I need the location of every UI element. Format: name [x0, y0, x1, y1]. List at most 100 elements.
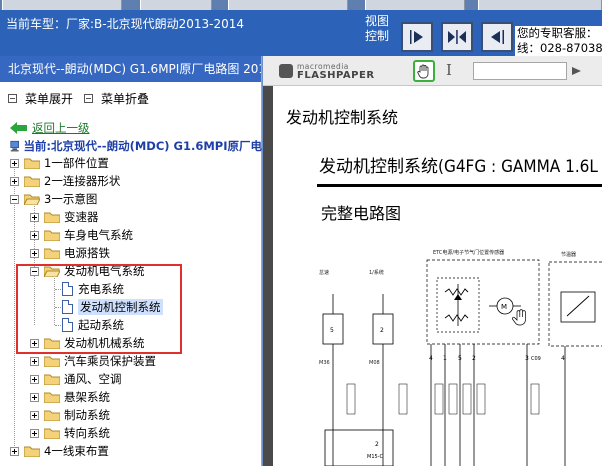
expand-toggle-icon[interactable]: [30, 374, 39, 384]
collapse-toggle-icon[interactable]: [10, 194, 19, 204]
hand-tool-button[interactable]: [413, 60, 435, 82]
svg-text:M: M: [501, 303, 507, 311]
document-viewer: macromedia FLASHPAPER I 发动机控制系统 发动机控制系统(…: [263, 56, 602, 466]
menu-collapse-label: 菜单折叠: [101, 92, 150, 106]
highlight-annotation: [16, 264, 182, 354]
view-label-line2: 控制: [364, 29, 389, 43]
diagram-label: M15-C: [367, 454, 383, 460]
folder-icon: [44, 356, 60, 367]
expand-toggle-icon[interactable]: [30, 428, 39, 438]
tree-node-label: 电源搭铁: [64, 246, 110, 260]
folder-icon: [24, 158, 40, 169]
tree-node-label: 变速器: [64, 210, 99, 224]
text-select-tool[interactable]: I: [446, 61, 452, 79]
svg-text:5: 5: [330, 327, 334, 334]
expand-toggle-icon[interactable]: [30, 410, 39, 420]
diagram-label: ETC电源/电子节气门位置传感器: [433, 249, 504, 256]
tree-node-body-electrical[interactable]: 车身电气系统: [30, 226, 133, 244]
folder-icon: [24, 176, 40, 187]
tree-node-transmission[interactable]: 变速器: [30, 208, 99, 226]
page-heading: 发动机控制系统: [286, 108, 399, 127]
search-input[interactable]: [473, 62, 567, 80]
menu-expand-button[interactable]: 菜单展开: [8, 90, 73, 107]
expand-toggle-icon[interactable]: [30, 356, 39, 366]
menu-collapse-button[interactable]: 菜单折叠: [84, 90, 149, 107]
tree-node-label: 3一示意图: [44, 192, 98, 206]
flashpaper-logo: macromedia FLASHPAPER: [277, 62, 389, 82]
diagram-label: M08: [369, 360, 380, 366]
logo-big-text: FLASHPAPER: [297, 70, 375, 81]
tab[interactable]: [140, 0, 212, 10]
current-car-model: 当前车型：厂家:B-北京现代朗动2013-2014: [6, 17, 245, 31]
menu-expand-label: 菜单展开: [25, 92, 74, 106]
search-arrow-icon[interactable]: [571, 65, 583, 77]
browser-tab-strip: [0, 0, 602, 10]
tree-node-harness-layout[interactable]: 4一线束布置: [10, 442, 109, 460]
folder-icon: [44, 248, 60, 259]
svg-text:2: 2: [380, 327, 384, 334]
folder-icon: [44, 374, 60, 385]
document-subtitle: 完整电路图: [321, 204, 402, 223]
tree-node-occupant-protection[interactable]: 汽车乘员保护装置: [30, 352, 156, 370]
top-header: 当前车型：厂家:B-北京现代朗动2013-2014 视图 控制 您的专职客服： …: [0, 0, 602, 56]
collapse-left-button[interactable]: [481, 22, 513, 52]
expand-right-button[interactable]: [401, 22, 433, 52]
current-path-label: 当前:北京现代--朗动(MDC) G1.6MPI原厂电: [23, 139, 262, 153]
arrow-left-icon: [491, 30, 504, 44]
tree-node-connector-shape[interactable]: 2一连接器形状: [10, 172, 120, 190]
expand-toggle-icon[interactable]: [10, 446, 19, 456]
tab[interactable]: [228, 0, 348, 10]
tree-node-parts-location[interactable]: 1一部件位置: [10, 154, 109, 172]
tree-node-steering-system[interactable]: 转向系统: [30, 424, 110, 442]
tree-node-suspension[interactable]: 悬架系统: [30, 388, 110, 406]
menu-icon: [8, 94, 17, 103]
tree-node-label: 悬架系统: [64, 390, 110, 404]
expand-toggle-icon[interactable]: [30, 230, 39, 240]
customer-support-info: 您的专职客服： 线：028-87038: [515, 26, 602, 56]
tab[interactable]: [365, 0, 465, 10]
document-title: 发动机控制系统(G4FG : GAMMA 1.6L MPI)(2): [319, 157, 602, 177]
expand-toggle-icon[interactable]: [30, 248, 39, 258]
expand-toggle-icon[interactable]: [10, 158, 19, 168]
tree-node-label: 2一连接器形状: [44, 174, 121, 188]
diagram-label: C09: [531, 356, 541, 362]
expand-toggle-icon[interactable]: [30, 212, 39, 222]
view-label-line1: 视图: [364, 14, 389, 28]
folder-icon: [44, 410, 60, 421]
back-link-label: 返回上一级: [32, 121, 90, 135]
tab[interactable]: [478, 0, 602, 10]
split-arrows-icon: [448, 30, 466, 44]
tree-node-label: 制动系统: [64, 408, 110, 422]
tree-node-hvac[interactable]: 通风、空调: [30, 370, 122, 388]
view-control-label: 视图 控制: [362, 14, 392, 44]
open-folder-icon: [24, 194, 40, 205]
svg-text:4: 4: [561, 355, 565, 362]
expand-toggle-icon[interactable]: [30, 392, 39, 402]
current-path: 当前:北京现代--朗动(MDC) G1.6MPI原厂电: [10, 138, 262, 154]
split-view-button[interactable]: [441, 22, 473, 52]
support-line-1: 您的专职客服：: [517, 26, 598, 40]
hand-cursor-icon: [512, 309, 526, 326]
arrow-right-icon: [410, 30, 423, 44]
back-arrow-icon: [10, 122, 27, 134]
hand-icon: [417, 64, 429, 79]
folder-icon: [44, 212, 60, 223]
tree-node-schematics[interactable]: 3一示意图: [10, 190, 97, 208]
diagram-label: 怠速: [319, 269, 329, 276]
folder-icon: [44, 230, 60, 241]
tree-node-label: 汽车乘员保护装置: [64, 354, 156, 368]
tab[interactable]: [2, 0, 122, 10]
circuit-diagram: ETC电源/电子节气门位置传感器 节温器 怠速 1/系统 5 2 M36 M08: [319, 249, 602, 466]
tree-node-label: 转向系统: [64, 426, 110, 440]
expand-toggle-icon[interactable]: [10, 176, 19, 186]
tree-node-power-ground[interactable]: 电源搭铁: [30, 244, 110, 262]
title-rule: [317, 184, 602, 187]
panel-title: 北京现代--朗动(MDC) G1.6MPI原厂电路图 2013: [0, 56, 261, 82]
back-link[interactable]: 返回上一级: [10, 120, 90, 136]
tree-node-brake-system[interactable]: 制动系统: [30, 406, 110, 424]
support-line-2: 线：028-87038: [517, 41, 602, 55]
folder-icon: [44, 392, 60, 403]
svg-text:2: 2: [375, 441, 379, 448]
document-page[interactable]: 发动机控制系统 发动机控制系统(G4FG : GAMMA 1.6L MPI)(2…: [273, 86, 602, 466]
menu-icon: [84, 94, 93, 103]
